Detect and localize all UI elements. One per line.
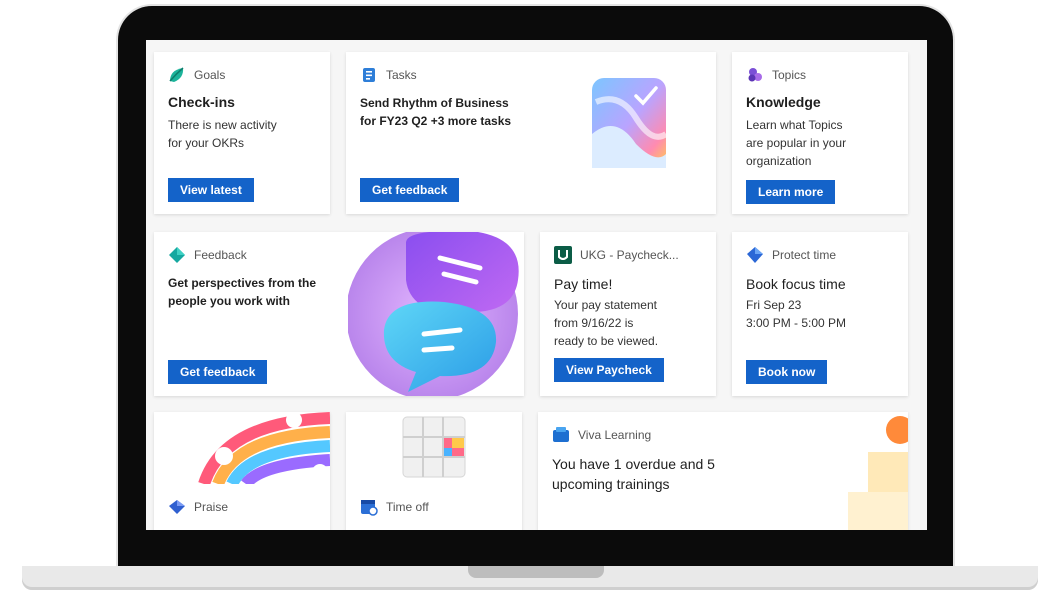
feedback-get-feedback-button[interactable]: Get feedback bbox=[168, 360, 268, 384]
feedback-icon bbox=[169, 247, 185, 263]
protect-time-title: Book focus time bbox=[746, 276, 846, 292]
topics-body-line-1: Learn what Topics bbox=[746, 118, 843, 132]
protect-time-range: 3:00 PM - 5:00 PM bbox=[746, 316, 847, 330]
time-off-header: Time off bbox=[360, 498, 429, 516]
praise-header: Praise bbox=[168, 498, 228, 516]
ukg-title: Pay time! bbox=[554, 276, 613, 292]
goals-card: Goals Check-ins There is new activity fo… bbox=[154, 52, 330, 214]
time-off-app-name: Time off bbox=[386, 500, 429, 514]
viva-learning-line-1: You have 1 overdue and 5 bbox=[552, 456, 715, 472]
tasks-illustration bbox=[592, 78, 668, 168]
feedback-body-line-2: people you work with bbox=[168, 294, 291, 308]
ukg-body-line-1: Your pay statement bbox=[554, 298, 657, 312]
ukg-body-line-2: from 9/16/22 is bbox=[554, 316, 634, 330]
learn-more-button[interactable]: Learn more bbox=[746, 180, 836, 204]
time-off-icon bbox=[361, 500, 378, 516]
topics-body-line-2: are popular in your bbox=[746, 136, 847, 150]
feedback-body-line-1: Get perspectives from the bbox=[168, 276, 317, 290]
topics-app-name: Topics bbox=[772, 68, 807, 82]
tasks-card: Tasks Send Rhythm of Business for FY23 Q… bbox=[346, 52, 716, 214]
screen: Goals Check-ins There is new activity fo… bbox=[146, 40, 927, 530]
topics-header: Topics bbox=[746, 66, 806, 84]
topics-body-line-3: organization bbox=[746, 154, 812, 168]
viva-learning-card: Viva Learning You have 1 overdue and 5 u… bbox=[538, 412, 908, 530]
topics-card: Topics Knowledge Learn what Topics are p… bbox=[732, 52, 908, 214]
feedback-app-name: Feedback bbox=[194, 248, 247, 262]
calendar-illustration bbox=[402, 416, 466, 478]
ukg-body-line-3: ready to be viewed. bbox=[554, 334, 659, 348]
goals-body-line-1: There is new activity bbox=[168, 118, 277, 132]
goals-body-line-2: for your OKRs bbox=[168, 136, 245, 150]
ukg-icon bbox=[554, 246, 572, 264]
tasks-get-feedback-button[interactable]: Get feedback bbox=[360, 178, 460, 202]
protect-time-icon bbox=[747, 247, 763, 263]
feedback-header: Feedback bbox=[168, 246, 247, 264]
feedback-card: Feedback Get perspectives from the peopl… bbox=[154, 232, 524, 396]
viva-learning-icon bbox=[553, 427, 569, 442]
viva-learning-app-name: Viva Learning bbox=[578, 428, 652, 442]
goals-icon bbox=[169, 67, 184, 82]
ukg-header: UKG - Paycheck... bbox=[554, 246, 679, 264]
praise-app-name: Praise bbox=[194, 500, 229, 514]
view-latest-button[interactable]: View latest bbox=[168, 178, 254, 202]
tasks-app-name: Tasks bbox=[386, 68, 417, 82]
laptop-notch bbox=[468, 566, 604, 578]
viva-learning-line-2: upcoming trainings bbox=[552, 476, 670, 492]
view-paycheck-button[interactable]: View Paycheck bbox=[554, 358, 664, 382]
time-off-card: Time off bbox=[346, 412, 522, 530]
goals-title: Check-ins bbox=[168, 94, 235, 110]
topics-title: Knowledge bbox=[746, 94, 821, 110]
praise-card: Praise bbox=[154, 412, 330, 530]
tasks-body-line-2: for FY23 Q2 +3 more tasks bbox=[360, 114, 512, 128]
protect-time-date: Fri Sep 23 bbox=[746, 298, 802, 312]
learning-illustration bbox=[848, 416, 908, 530]
protect-time-header: Protect time bbox=[746, 246, 836, 264]
tasks-icon bbox=[363, 68, 375, 82]
tasks-body-line-1: Send Rhythm of Business bbox=[360, 96, 509, 110]
ukg-card: UKG - Paycheck... Pay time! Your pay sta… bbox=[540, 232, 716, 396]
rainbow-illustration bbox=[198, 412, 330, 484]
protect-time-app-name: Protect time bbox=[772, 248, 837, 262]
tasks-header: Tasks bbox=[360, 66, 417, 84]
goals-app-name: Goals bbox=[194, 68, 226, 82]
praise-icon bbox=[169, 500, 185, 514]
protect-time-card: Protect time Book focus time Fri Sep 23 … bbox=[732, 232, 908, 396]
viva-learning-header: Viva Learning bbox=[552, 426, 651, 444]
book-now-button[interactable]: Book now bbox=[746, 360, 828, 384]
goals-header: Goals bbox=[168, 66, 225, 84]
topics-icon bbox=[748, 68, 762, 82]
ukg-app-name: UKG - Paycheck... bbox=[580, 248, 679, 262]
chat-bubbles-illustration bbox=[348, 232, 519, 396]
